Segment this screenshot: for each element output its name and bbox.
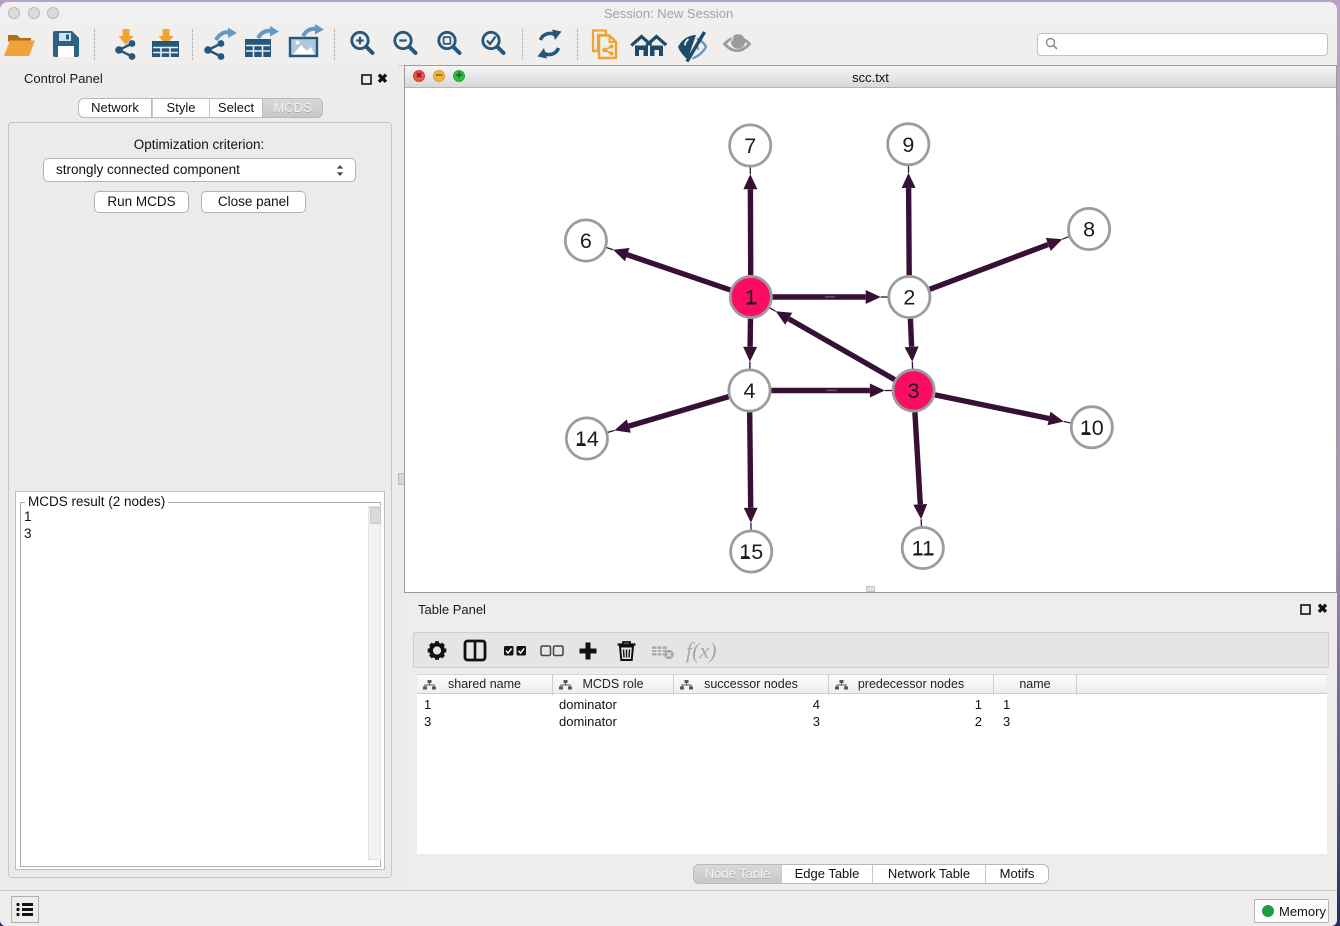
svg-text:6: 6 — [580, 229, 592, 253]
svg-text:9: 9 — [902, 133, 914, 157]
svg-text:3: 3 — [908, 379, 920, 403]
svg-text:4: 4 — [744, 379, 756, 403]
svg-text:11: 11 — [912, 537, 934, 561]
svg-text:14: 14 — [575, 427, 599, 451]
svg-text:1: 1 — [745, 286, 757, 310]
svg-text:10: 10 — [1080, 416, 1104, 440]
svg-text:f(x): f(x) — [686, 638, 717, 663]
svg-text:15: 15 — [739, 540, 763, 564]
svg-text:8: 8 — [1083, 218, 1095, 242]
svg-text:7: 7 — [744, 134, 756, 158]
svg-text:2: 2 — [903, 286, 915, 310]
